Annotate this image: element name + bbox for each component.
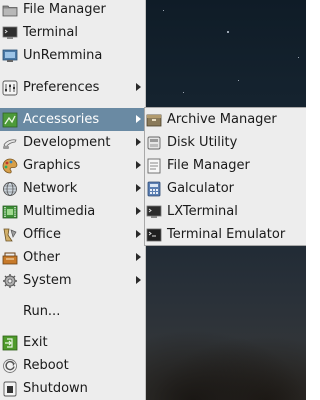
menu-item-label: File Manager xyxy=(23,2,106,17)
network-icon xyxy=(2,181,18,197)
submenu-arrow-icon xyxy=(136,161,141,169)
star xyxy=(298,57,299,58)
menu-item-unremmina[interactable]: UnRemmina xyxy=(0,44,145,67)
menu-item-label: Shutdown xyxy=(23,381,88,396)
menu-separator xyxy=(0,69,145,70)
calculator-icon xyxy=(146,181,162,197)
menu-item-label: Multimedia xyxy=(23,204,96,219)
menu-item-label: System xyxy=(23,273,72,288)
menu-item-development[interactable]: Development xyxy=(0,131,145,154)
menu-item-shutdown[interactable]: Shutdown xyxy=(0,377,145,400)
submenu-item-label: Disk Utility xyxy=(167,135,238,150)
menu-item-terminal[interactable]: Terminal xyxy=(0,21,145,44)
reboot-icon xyxy=(2,358,18,374)
menu-item-reboot[interactable]: Reboot xyxy=(0,354,145,377)
submenu-item-label: Terminal Emulator xyxy=(167,227,286,242)
menu-item-network[interactable]: Network xyxy=(0,177,145,200)
submenu-item-archive-manager[interactable]: Archive Manager xyxy=(145,108,306,131)
menu-item-label: Terminal xyxy=(23,25,78,40)
submenu-arrow-icon xyxy=(136,115,141,123)
terminal-icon xyxy=(2,25,18,41)
office-icon xyxy=(2,227,18,243)
submenu-arrow-icon xyxy=(136,207,141,215)
accessories-icon xyxy=(2,112,18,128)
submenu-arrow-icon xyxy=(136,253,141,261)
menu-item-file-manager[interactable]: File Manager xyxy=(0,0,145,21)
star xyxy=(163,10,164,11)
menu-item-label: UnRemmina xyxy=(23,48,103,63)
folder-icon xyxy=(2,2,18,18)
menu-item-label: Reboot xyxy=(23,358,69,373)
disk-icon xyxy=(146,135,162,151)
archive-icon xyxy=(146,112,162,128)
blank-icon xyxy=(2,304,18,320)
system-icon xyxy=(2,273,18,289)
submenu-item-galculator[interactable]: Galculator xyxy=(145,177,306,200)
menu-item-run[interactable]: Run... xyxy=(0,300,145,323)
menu-item-multimedia[interactable]: Multimedia xyxy=(0,200,145,223)
menu-item-other[interactable]: Other xyxy=(0,246,145,269)
submenu-item-label: File Manager xyxy=(167,158,250,173)
menu-item-label: Development xyxy=(23,135,111,150)
submenu-arrow-icon xyxy=(136,184,141,192)
menu-item-label: Accessories xyxy=(23,112,100,127)
submenu-item-file-manager[interactable]: File Manager xyxy=(145,154,306,177)
graphics-icon xyxy=(2,158,18,174)
menu-item-preferences[interactable]: Preferences xyxy=(0,76,145,99)
submenu-arrow-icon xyxy=(136,138,141,146)
menu-item-exit[interactable]: Exit xyxy=(0,331,145,354)
menu-item-label: Other xyxy=(23,250,60,265)
star xyxy=(183,92,184,93)
tree-silhouette xyxy=(145,330,306,400)
menu-item-graphics[interactable]: Graphics xyxy=(0,154,145,177)
menu-item-office[interactable]: Office xyxy=(0,223,145,246)
exit-icon xyxy=(2,335,18,351)
preferences-icon xyxy=(2,80,18,96)
terminal-emulator-icon xyxy=(146,227,162,243)
menu-item-label: Office xyxy=(23,227,61,242)
submenu-item-label: LXTerminal xyxy=(167,204,238,219)
multimedia-icon xyxy=(2,204,18,220)
submenu-arrow-icon xyxy=(136,276,141,284)
submenu-item-label: Archive Manager xyxy=(167,112,277,127)
submenu-item-terminal-emulator[interactable]: Terminal Emulator xyxy=(145,223,306,246)
menu-item-label: Network xyxy=(23,181,78,196)
star xyxy=(238,80,239,81)
submenu-item-disk-utility[interactable]: Disk Utility xyxy=(145,131,306,154)
development-icon xyxy=(2,135,18,151)
accessories-submenu: Archive Manager Disk Utility File Manage… xyxy=(144,107,306,246)
submenu-arrow-icon xyxy=(136,83,141,91)
menu-item-label: Exit xyxy=(23,335,48,350)
remote-desktop-icon xyxy=(2,48,18,64)
shutdown-icon xyxy=(2,381,18,397)
submenu-item-lxterminal[interactable]: LXTerminal xyxy=(145,200,306,223)
other-icon xyxy=(2,250,18,266)
menu-item-label: Graphics xyxy=(23,158,81,173)
file-manager-icon xyxy=(146,158,162,174)
lxterminal-icon xyxy=(146,204,162,220)
menu-item-accessories[interactable]: Accessories xyxy=(0,108,145,131)
menu-item-system[interactable]: System xyxy=(0,269,145,292)
menu-item-label: Preferences xyxy=(23,80,100,95)
menu-item-label: Run... xyxy=(23,304,61,319)
submenu-item-label: Galculator xyxy=(167,181,235,196)
star xyxy=(227,31,229,33)
submenu-arrow-icon xyxy=(136,230,141,238)
main-menu: File Manager Terminal UnRemmina Preferen… xyxy=(0,0,146,400)
